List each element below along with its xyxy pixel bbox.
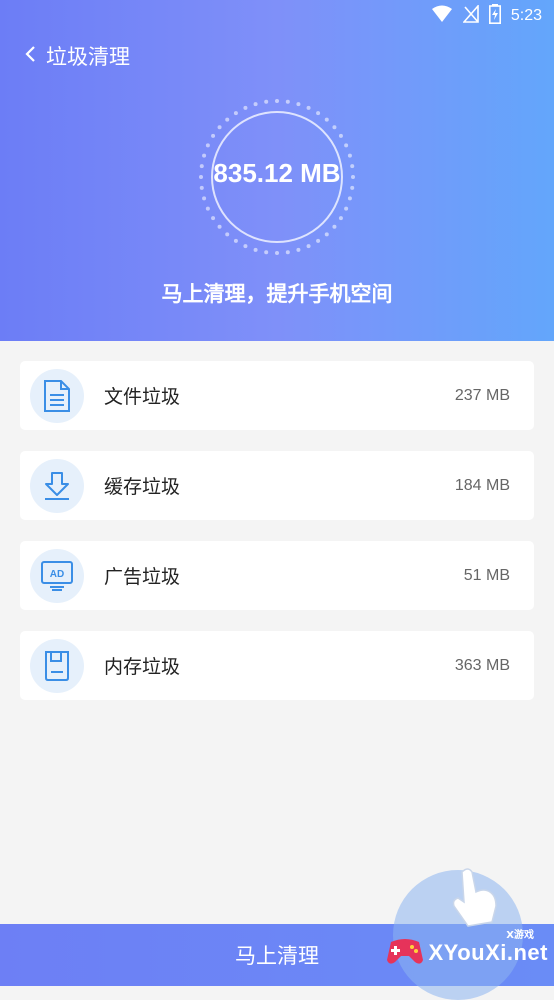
item-size: 363 MB — [454, 656, 510, 674]
header: 5:23 垃圾清理 835.12 MB 马上清理，提升手机空间 — [0, 0, 554, 341]
watermark-tag: X游戏 — [506, 930, 534, 941]
gauge-dot — [275, 99, 279, 103]
item-label: 内存垃圾 — [104, 656, 181, 678]
watermark: XYouXi.net X游戏 — [385, 930, 549, 972]
clean-now-label: 马上清理 — [235, 944, 319, 968]
gauge-dot — [344, 206, 349, 211]
gauge-dot — [347, 196, 352, 201]
gauge-dot — [202, 153, 207, 158]
download-icon — [30, 458, 84, 513]
list-item-file-junk[interactable]: 文件垃圾 237 MB — [20, 361, 534, 430]
gauge-dot — [205, 143, 210, 148]
nav-bar: 垃圾清理 — [0, 38, 554, 74]
gauge-dot — [233, 238, 238, 243]
gauge-dot — [338, 133, 343, 138]
gauge-dot — [324, 117, 329, 122]
gauge-dot — [306, 105, 311, 110]
ad-icon: AD — [30, 548, 84, 603]
total-junk-size: 835.12 MB — [213, 158, 341, 188]
gauge-dot — [205, 206, 210, 211]
pointing-hand-icon — [440, 862, 510, 936]
gauge-dot — [243, 244, 248, 249]
gauge-dot — [332, 224, 337, 229]
gauge-dot — [316, 238, 321, 243]
gauge-dot — [217, 224, 222, 229]
item-size: 184 MB — [454, 476, 510, 494]
watermark-brand: XYouXi.net — [428, 940, 548, 965]
junk-list: 文件垃圾 237 MB 缓存垃圾 184 MB AD 广告垃圾 51 MB 内存… — [20, 361, 534, 721]
status-time: 5:23 — [510, 7, 542, 24]
gauge-dot — [338, 216, 343, 221]
gauge-dot — [285, 99, 290, 104]
gamepad-icon — [385, 934, 425, 972]
item-size: 51 MB — [463, 566, 510, 584]
gauge-dot — [344, 143, 349, 148]
gauge-dot — [285, 250, 290, 255]
chevron-left-icon — [24, 45, 36, 67]
gauge-dot — [225, 117, 230, 122]
list-item-memory-junk[interactable]: 内存垃圾 363 MB — [20, 631, 534, 700]
gauge-dot — [225, 232, 230, 237]
no-signal-icon — [462, 3, 479, 27]
gauge-dot — [211, 133, 216, 138]
gauge-dot — [243, 105, 248, 110]
gauge-dot — [324, 232, 329, 237]
gauge-dot — [332, 125, 337, 130]
gauge-dot — [217, 125, 222, 130]
list-item-ad-junk[interactable]: AD 广告垃圾 51 MB — [20, 541, 534, 610]
item-label: 广告垃圾 — [104, 566, 181, 588]
status-bar: 5:23 — [0, 0, 554, 30]
item-size: 237 MB — [454, 386, 510, 404]
battery-charging-icon — [488, 4, 501, 28]
gauge-dot — [296, 247, 301, 252]
list-item-cache-junk[interactable]: 缓存垃圾 184 MB — [20, 451, 534, 520]
gauge-dot — [275, 251, 279, 255]
gauge-dot — [296, 102, 301, 107]
page-title: 垃圾清理 — [46, 45, 130, 69]
item-label: 文件垃圾 — [104, 386, 181, 408]
gauge-dot — [253, 247, 258, 252]
gauge-dot — [264, 99, 269, 104]
gauge-dot — [253, 102, 258, 107]
file-icon — [30, 368, 84, 423]
gauge-dot — [202, 196, 207, 201]
item-label: 缓存垃圾 — [104, 476, 181, 498]
gauge-dot — [306, 244, 311, 249]
gauge-dot — [264, 250, 269, 255]
wifi-icon — [431, 5, 453, 27]
gauge-dot — [211, 216, 216, 221]
back-button[interactable] — [18, 41, 42, 71]
gauge-dot — [316, 111, 321, 116]
memory-card-icon — [30, 638, 84, 693]
gauge-dot — [233, 111, 238, 116]
header-subtitle: 马上清理，提升手机空间 — [161, 282, 393, 306]
svg-text:AD: AD — [50, 569, 64, 580]
gauge-dot — [347, 153, 352, 158]
